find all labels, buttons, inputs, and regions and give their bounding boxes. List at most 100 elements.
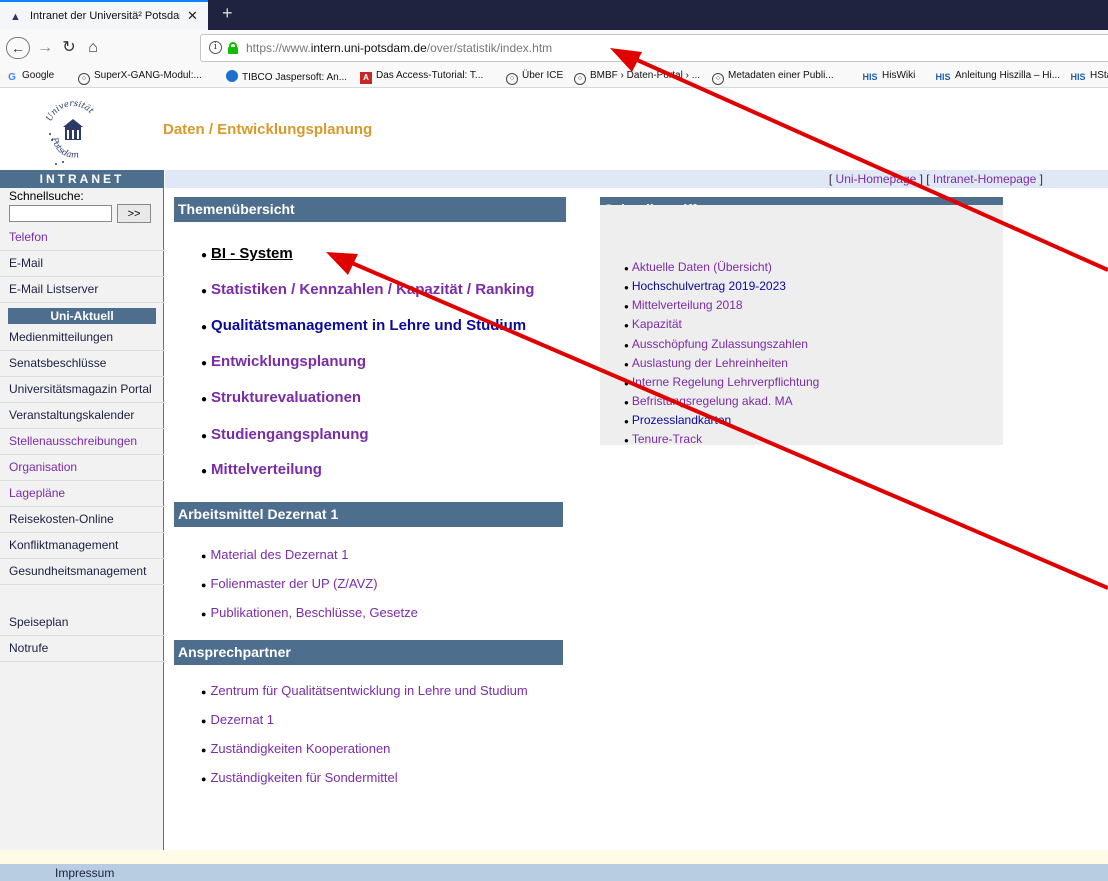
link-text: Befristungsregelung akad. MA bbox=[631, 394, 793, 408]
link-text: Entwicklungsplanung bbox=[211, 353, 367, 370]
quick-link-hochschulvertrag[interactable]: ● Hochschulvertrag 2019-2023 bbox=[624, 279, 786, 293]
quick-link-tenure-track[interactable]: ● Tenure-Track bbox=[624, 432, 702, 446]
quick-link-mittelverteilung[interactable]: ● Mittelverteilung 2018 bbox=[624, 298, 743, 312]
sidebar-item-konfliktmanagement[interactable]: Konfliktmanagement bbox=[0, 533, 164, 559]
reload-button[interactable]: ↻ bbox=[60, 37, 78, 59]
bookmark-bmbf[interactable]: ○ BMBF › Daten-Portal › ... bbox=[574, 70, 700, 85]
bookmark-hiswiki[interactable]: HIS HisWiki bbox=[862, 70, 915, 83]
quick-search-button[interactable]: >> bbox=[117, 204, 151, 223]
link-text: Ausschöpfung Zulassungszahlen bbox=[631, 337, 808, 351]
bookmark-hiszilla[interactable]: HIS Anleitung Hiszilla – Hi... bbox=[935, 70, 1060, 83]
link-text: Studiengangsplanung bbox=[211, 426, 369, 443]
arbeitsmittel-link-material[interactable]: ● Material des Dezernat 1 bbox=[201, 547, 348, 562]
quick-link-befristungsregelung[interactable]: ● Befristungsregelung akad. MA bbox=[624, 394, 793, 408]
themen-link-statistiken[interactable]: ● Statistiken / Kennzahlen / Kapazität / … bbox=[201, 281, 534, 298]
lock-icon[interactable] bbox=[228, 42, 238, 54]
browser-tab[interactable]: ▲ Intranet der Universitä² Potsdam ✕ bbox=[0, 0, 208, 30]
ansprechpartner-link-sondermittel[interactable]: ● Zuständigkeiten für Sondermittel bbox=[201, 770, 398, 785]
bookmark-hstat[interactable]: HIS HStat bbox=[1070, 70, 1108, 83]
bookmark-access-tutorial[interactable]: A Das Access-Tutorial: T... bbox=[360, 70, 483, 84]
link-text: Interne Regelung Lehrverpflichtung bbox=[631, 375, 820, 389]
quick-link-lehrverpflichtung[interactable]: ● Interne Regelung Lehrverpflichtung bbox=[624, 375, 819, 389]
url-text[interactable]: https://www.intern.uni-potsdam.de/over/s… bbox=[246, 41, 552, 55]
uni-homepage-link[interactable]: Uni-Homepage bbox=[836, 172, 917, 186]
footer-band bbox=[0, 850, 1108, 864]
link-text: Hochschulvertrag 2019-2023 bbox=[631, 279, 786, 293]
sidebar-item-notrufe[interactable]: Notrufe bbox=[0, 636, 164, 662]
sidebar-item-stellenausschreibungen[interactable]: Stellenausschreibungen bbox=[0, 429, 164, 455]
bullet: ● bbox=[201, 609, 207, 619]
his-icon: HIS bbox=[935, 72, 951, 82]
browser-title-bar: ▲ Intranet der Universitä² Potsdam ✕ + bbox=[0, 0, 1108, 30]
sidebar-item-lageplaene[interactable]: Lagepläne bbox=[0, 481, 164, 507]
quick-search-input[interactable] bbox=[9, 205, 112, 222]
back-button[interactable]: ← bbox=[6, 37, 30, 59]
sidebar-item-organisation[interactable]: Organisation bbox=[0, 455, 164, 481]
themen-link-mittelverteilung[interactable]: ● Mittelverteilung bbox=[201, 461, 322, 478]
bullet: ● bbox=[624, 264, 629, 273]
bookmark-metadaten[interactable]: ○ Metadaten einer Publi... bbox=[712, 70, 834, 85]
intranet-homepage-link[interactable]: Intranet-Homepage bbox=[933, 172, 1036, 186]
bullet: ● bbox=[201, 431, 208, 442]
bracket-text: ] [ bbox=[916, 172, 933, 186]
bullet: ● bbox=[201, 774, 207, 784]
bullet: ● bbox=[624, 360, 629, 369]
new-tab-button[interactable]: + bbox=[222, 3, 233, 24]
bookmark-superx[interactable]: ○ SuperX-GANG-Modul:... bbox=[78, 70, 202, 85]
page-title: Daten / Entwicklungsplanung bbox=[163, 121, 373, 138]
sidebar-item-universitaetsmagazin[interactable]: Universitätsmagazin Portal bbox=[0, 377, 164, 403]
themen-link-bi-system[interactable]: ● BI - System bbox=[201, 245, 293, 262]
info-icon[interactable]: i bbox=[209, 41, 222, 54]
ansprechpartner-link-zentrum[interactable]: ● Zentrum für Qualitätsentwicklung in Leh… bbox=[201, 683, 528, 698]
themen-link-entwicklungsplanung[interactable]: ● Entwicklungsplanung bbox=[201, 353, 366, 370]
quick-link-ausschoepfung[interactable]: ● Ausschöpfung Zulassungszahlen bbox=[624, 337, 808, 351]
sidebar-item-veranstaltungskalender[interactable]: Veranstaltungskalender bbox=[0, 403, 164, 429]
sidebar-item-email-listserver[interactable]: E-Mail Listserver bbox=[0, 277, 164, 303]
close-tab-icon[interactable]: ✕ bbox=[187, 8, 198, 24]
sidebar-item-telefon[interactable]: Telefon bbox=[0, 225, 164, 251]
bullet: ● bbox=[624, 283, 629, 292]
sidebar-item-senatsbeschluesse[interactable]: Senatsbeschlüsse bbox=[0, 351, 164, 377]
ansprechpartner-link-dezernat[interactable]: ● Dezernat 1 bbox=[201, 712, 274, 727]
address-bar[interactable]: i https://www.intern.uni-potsdam.de/over… bbox=[200, 34, 1108, 62]
ansprechpartner-link-kooperationen[interactable]: ● Zuständigkeiten Kooperationen bbox=[201, 741, 390, 756]
quick-link-auslastung[interactable]: ● Auslastung der Lehreinheiten bbox=[624, 356, 788, 370]
impressum-link[interactable]: Impressum bbox=[55, 866, 114, 880]
quick-search-label: Schnellsuche: bbox=[9, 189, 84, 203]
sidebar-item-email[interactable]: E-Mail bbox=[0, 251, 164, 277]
sidebar-item-speiseplan[interactable]: Speiseplan bbox=[0, 610, 164, 636]
arbeitsmittel-link-folienmaster[interactable]: ● Folienmaster der UP (Z/AVZ) bbox=[201, 576, 378, 591]
bookmark-tibco[interactable]: TIBCO Jaspersoft: An... bbox=[226, 70, 347, 83]
bullet: ● bbox=[201, 322, 208, 333]
bookmarks-toolbar: G Google ○ SuperX-GANG-Modul:... TIBCO Jas… bbox=[0, 66, 1108, 88]
quick-link-aktuelle-daten[interactable]: ● Aktuelle Daten (Übersicht) bbox=[624, 260, 772, 274]
forward-button[interactable]: → bbox=[36, 37, 54, 59]
link-text: Statistiken / Kennzahlen / Kapazität / R… bbox=[211, 281, 535, 298]
quick-link-prozesslandkarten[interactable]: ● Prozesslandkarten bbox=[624, 413, 731, 427]
bookmark-google[interactable]: G Google bbox=[6, 70, 54, 84]
navigation-toolbar: ← → ↻ ⌂ i https://www.intern.uni-potsdam… bbox=[0, 30, 1108, 66]
bullet: ● bbox=[624, 321, 629, 330]
link-text: Auslastung der Lehreinheiten bbox=[631, 356, 788, 370]
sidebar-item-medienmitteilungen[interactable]: Medienmitteilungen bbox=[0, 325, 164, 351]
themen-link-strukturevaluationen[interactable]: ● Strukturevaluationen bbox=[201, 389, 361, 406]
home-button[interactable]: ⌂ bbox=[84, 37, 102, 59]
themen-link-studiengangsplanung[interactable]: ● Studiengangsplanung bbox=[201, 426, 369, 443]
sidebar-item-reisekosten[interactable]: Reisekosten-Online bbox=[0, 507, 164, 533]
quick-link-kapazitaet[interactable]: ● Kapazität bbox=[624, 317, 682, 331]
schnellzugriff-box: ● Aktuelle Daten (Übersicht) ● Hochschulve… bbox=[600, 205, 1003, 446]
url-scheme: https://www. bbox=[246, 41, 311, 55]
themen-link-qualitaetsmanagement[interactable]: ● Qualitätsmanagement in Lehre und Studiu… bbox=[201, 317, 526, 334]
bookmark-ice[interactable]: ○ Über ICE bbox=[506, 70, 563, 85]
bookmark-label: Anleitung Hiszilla – Hi... bbox=[955, 70, 1061, 81]
university-seal-logo[interactable]: Universität Potsdam bbox=[38, 96, 108, 166]
link-text: Strukturevaluationen bbox=[211, 389, 362, 406]
sidebar-item-gesundheitsmanagement[interactable]: Gesundheitsmanagement bbox=[0, 559, 164, 585]
page-header: Universität Potsdam Daten / Entwicklungs… bbox=[0, 88, 1108, 170]
top-links: [ Uni-Homepage ] [ Intranet-Homepage ] bbox=[829, 172, 1043, 186]
arbeitsmittel-link-publikationen[interactable]: ● Publikationen, Beschlüsse, Gesetze bbox=[201, 605, 418, 620]
web-page: Universität Potsdam Daten / Entwicklungs… bbox=[0, 88, 1108, 881]
link-text: Tenure-Track bbox=[631, 432, 703, 446]
globe-icon: ○ bbox=[574, 73, 586, 85]
link-text: Material des Dezernat 1 bbox=[210, 547, 349, 562]
